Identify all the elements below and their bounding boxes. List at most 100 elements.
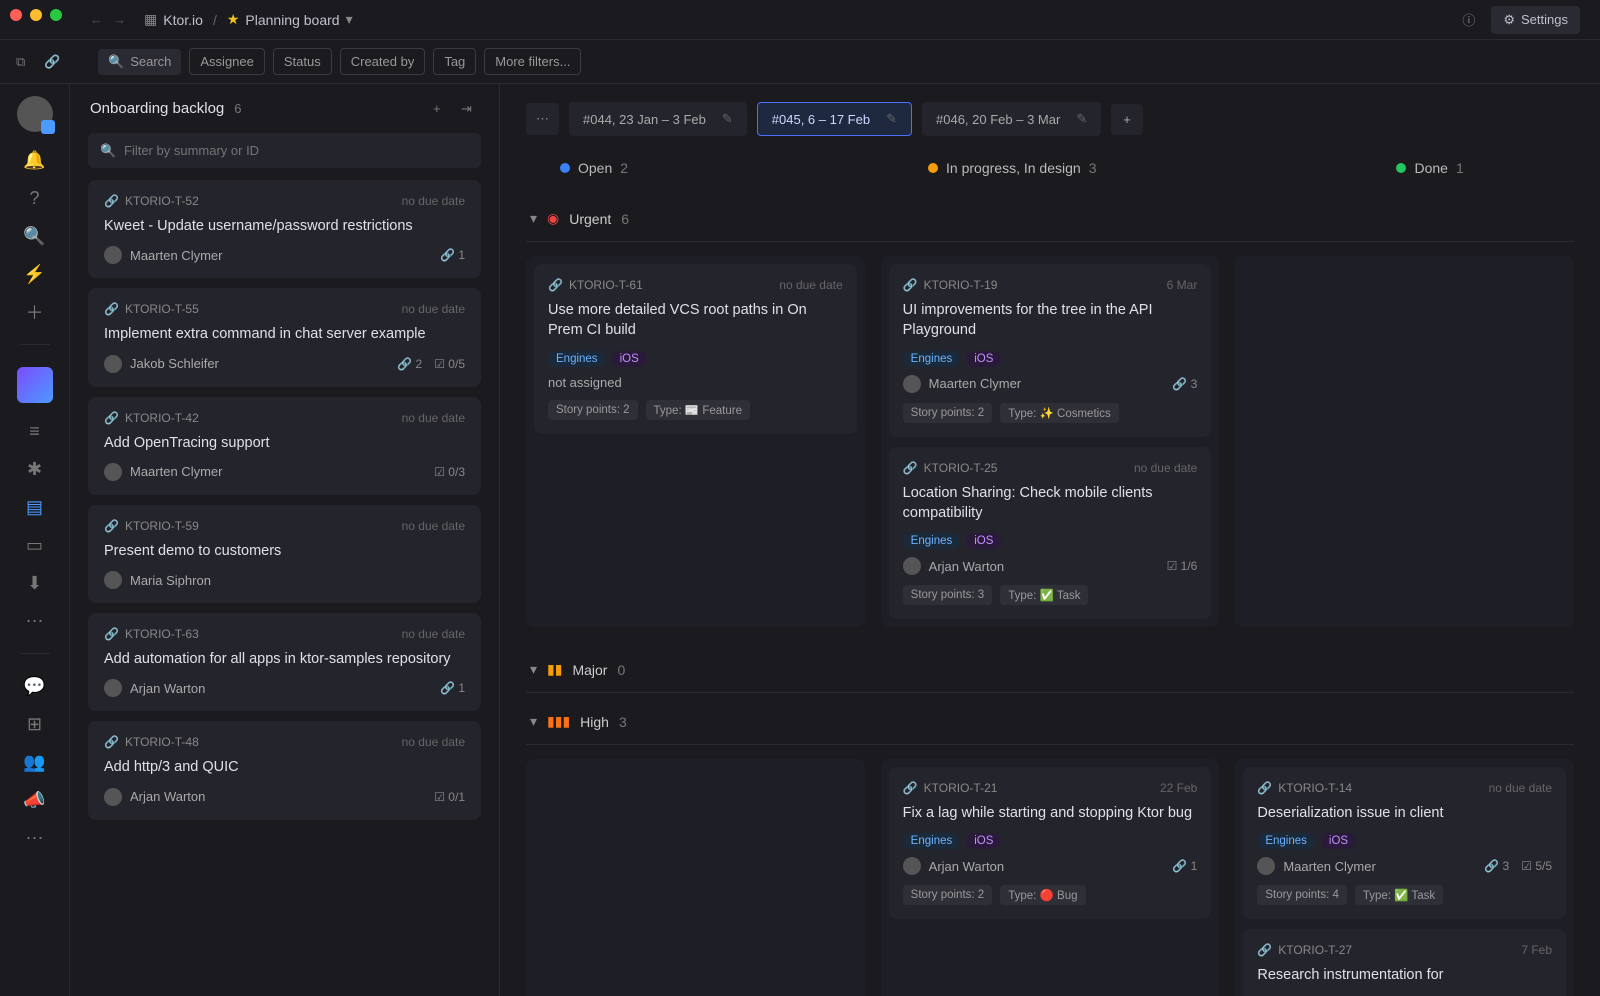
doc-icon[interactable]: ▭ bbox=[25, 535, 45, 555]
board-area: ⋯ #044, 23 Jan – 3 Feb✎ #045, 6 – 17 Feb✎… bbox=[500, 84, 1600, 996]
backlog-card[interactable]: 🔗KTORIO-T-42no due date Add OpenTracing … bbox=[88, 397, 481, 495]
assignee-avatar bbox=[903, 857, 921, 875]
link-icon[interactable]: 🔗 bbox=[44, 54, 60, 70]
chevron-down-icon[interactable]: ▾ bbox=[530, 661, 537, 678]
search-filter[interactable]: 🔍Search bbox=[98, 49, 181, 75]
board-name[interactable]: Planning board bbox=[245, 12, 339, 28]
board-card[interactable]: 🔗KTORIO-T-61no due date Use more detaile… bbox=[534, 264, 857, 434]
card-title: Fix a lag while starting and stopping Kt… bbox=[903, 803, 1198, 823]
assignee-filter[interactable]: Assignee bbox=[189, 48, 264, 75]
apps-icon[interactable]: ⊞ bbox=[25, 714, 45, 734]
board-card[interactable]: 🔗KTORIO-T-2122 Feb Fix a lag while start… bbox=[889, 767, 1212, 919]
section-count: 6 bbox=[621, 211, 629, 227]
section-label: Major bbox=[572, 662, 607, 678]
due-date: 7 Feb bbox=[1521, 943, 1552, 957]
tag: Engines bbox=[903, 351, 961, 367]
due-date: no due date bbox=[1489, 781, 1552, 795]
collapse-icon[interactable]: ⇥ bbox=[461, 101, 479, 117]
card-title: Implement extra command in chat server e… bbox=[104, 324, 465, 344]
chat-icon[interactable]: 💬 bbox=[25, 676, 45, 696]
subtask-count: ☑ 0/3 bbox=[434, 465, 465, 479]
due-date: no due date bbox=[402, 627, 465, 641]
sprint-pill[interactable]: #045, 6 – 17 Feb✎ bbox=[757, 102, 912, 136]
issue-type: Type: ✅ Task bbox=[1000, 585, 1088, 605]
issue-id: 🔗KTORIO-T-59 bbox=[104, 519, 199, 533]
card-title: Research instrumentation for bbox=[1257, 965, 1552, 985]
issue-id: 🔗KTORIO-T-63 bbox=[104, 627, 199, 641]
due-date: no due date bbox=[402, 411, 465, 425]
section-high: ▾ ▮▮▮ High 3 🔗KTORIO-T-2122 Feb Fix a la… bbox=[526, 699, 1574, 996]
notifications-icon[interactable]: 🔔 bbox=[25, 150, 45, 170]
issue-id: 🔗KTORIO-T-25 bbox=[903, 461, 998, 475]
issue-id: 🔗KTORIO-T-14 bbox=[1257, 781, 1352, 795]
board-icon[interactable]: ▤ bbox=[25, 497, 45, 517]
status-column-header: In progress, In design 3 bbox=[928, 160, 1096, 176]
sprint-menu-icon[interactable]: ⋯ bbox=[526, 103, 559, 135]
board-card[interactable]: 🔗KTORIO-T-277 Feb Research instrumentati… bbox=[1243, 929, 1566, 996]
tag: iOS bbox=[966, 833, 1001, 849]
status-filter[interactable]: Status bbox=[273, 48, 332, 75]
backlog-card[interactable]: 🔗KTORIO-T-52no due date Kweet - Update u… bbox=[88, 180, 481, 278]
backlog-card[interactable]: 🔗KTORIO-T-63no due date Add automation f… bbox=[88, 613, 481, 711]
settings-button[interactable]: ⚙ Settings bbox=[1491, 6, 1580, 34]
project-logo[interactable] bbox=[17, 367, 53, 403]
star-icon[interactable]: ★ bbox=[227, 11, 240, 28]
overflow-icon[interactable]: ⋯ bbox=[25, 828, 45, 848]
board-lane[interactable] bbox=[1235, 256, 1574, 627]
edit-icon[interactable]: ✎ bbox=[886, 111, 897, 127]
forward-icon[interactable]: → bbox=[113, 12, 126, 27]
board-card[interactable]: 🔗KTORIO-T-25no due date Location Sharing… bbox=[889, 447, 1212, 620]
backlog-filter-input[interactable] bbox=[88, 133, 481, 168]
asterisk-icon[interactable]: ✱ bbox=[25, 459, 45, 479]
sprint-pill[interactable]: #046, 20 Feb – 3 Mar✎ bbox=[922, 102, 1101, 136]
add-sprint-icon[interactable]: + bbox=[1111, 104, 1143, 135]
subtask-count: ☑ 0/1 bbox=[434, 790, 465, 804]
more-icon[interactable]: ⋯ bbox=[25, 611, 45, 631]
tag: iOS bbox=[1321, 833, 1356, 849]
createdby-filter[interactable]: Created by bbox=[340, 48, 426, 75]
board-lane[interactable]: 🔗KTORIO-T-61no due date Use more detaile… bbox=[526, 256, 865, 627]
download-icon[interactable]: ⬇ bbox=[25, 573, 45, 593]
board-lane[interactable]: 🔗KTORIO-T-196 Mar UI improvements for th… bbox=[881, 256, 1220, 627]
info-icon[interactable]: ⓘ bbox=[1462, 10, 1475, 29]
backlog-card[interactable]: 🔗KTORIO-T-48no due date Add http/3 and Q… bbox=[88, 721, 481, 819]
list-icon[interactable]: ≡ bbox=[25, 421, 45, 441]
backlog-card[interactable]: 🔗KTORIO-T-55no due date Implement extra … bbox=[88, 288, 481, 386]
chevron-down-icon[interactable]: ▾ bbox=[530, 713, 537, 730]
status-row: Open 2In progress, In design 3Done 1 bbox=[526, 150, 1574, 190]
add-icon[interactable]: + bbox=[433, 101, 451, 116]
backlog-card[interactable]: 🔗KTORIO-T-59no due date Present demo to … bbox=[88, 505, 481, 603]
chevron-down-icon[interactable]: ▾ bbox=[530, 210, 537, 227]
more-filters[interactable]: More filters... bbox=[484, 48, 581, 75]
global-search-icon[interactable]: 🔍 bbox=[25, 226, 45, 246]
board-lane[interactable]: 🔗KTORIO-T-2122 Feb Fix a lag while start… bbox=[881, 759, 1220, 996]
board-lane[interactable]: 🔗KTORIO-T-14 no due date Deserialization … bbox=[1235, 759, 1574, 996]
edit-icon[interactable]: ✎ bbox=[1076, 111, 1087, 127]
tag: Engines bbox=[903, 833, 961, 849]
board-card[interactable]: 🔗KTORIO-T-14 no due date Deserialization … bbox=[1243, 767, 1566, 919]
help-icon[interactable]: ? bbox=[25, 188, 45, 208]
team-icon[interactable]: 👥 bbox=[25, 752, 45, 772]
board-card[interactable]: 🔗KTORIO-T-196 Mar UI improvements for th… bbox=[889, 264, 1212, 437]
section-count: 0 bbox=[617, 662, 625, 678]
assignee-name: Maarten Clymer bbox=[929, 376, 1021, 391]
tag-filter[interactable]: Tag bbox=[433, 48, 476, 75]
board-lane[interactable] bbox=[526, 759, 865, 996]
bolt-icon[interactable]: ⚡ bbox=[25, 264, 45, 284]
chevron-down-icon[interactable]: ▾ bbox=[346, 11, 353, 28]
card-title: Deserialization issue in client bbox=[1257, 803, 1552, 823]
user-avatar[interactable] bbox=[17, 96, 53, 132]
back-icon[interactable]: ← bbox=[90, 12, 103, 27]
project-name[interactable]: Ktor.io bbox=[163, 12, 203, 28]
card-title: UI improvements for the tree in the API … bbox=[903, 300, 1198, 341]
edit-icon[interactable]: ✎ bbox=[722, 111, 733, 127]
sprint-pill[interactable]: #044, 23 Jan – 3 Feb✎ bbox=[569, 102, 747, 136]
subtask-count: ☑ 5/5 bbox=[1521, 859, 1552, 873]
open-file-icon[interactable]: ⧉ bbox=[16, 54, 25, 70]
megaphone-icon[interactable]: 📣 bbox=[25, 790, 45, 810]
due-date: no due date bbox=[402, 735, 465, 749]
assignee-name: Arjan Warton bbox=[130, 789, 205, 804]
assignee-avatar bbox=[104, 571, 122, 589]
assignee-avatar bbox=[903, 375, 921, 393]
create-icon[interactable]: ＋ bbox=[25, 302, 45, 322]
